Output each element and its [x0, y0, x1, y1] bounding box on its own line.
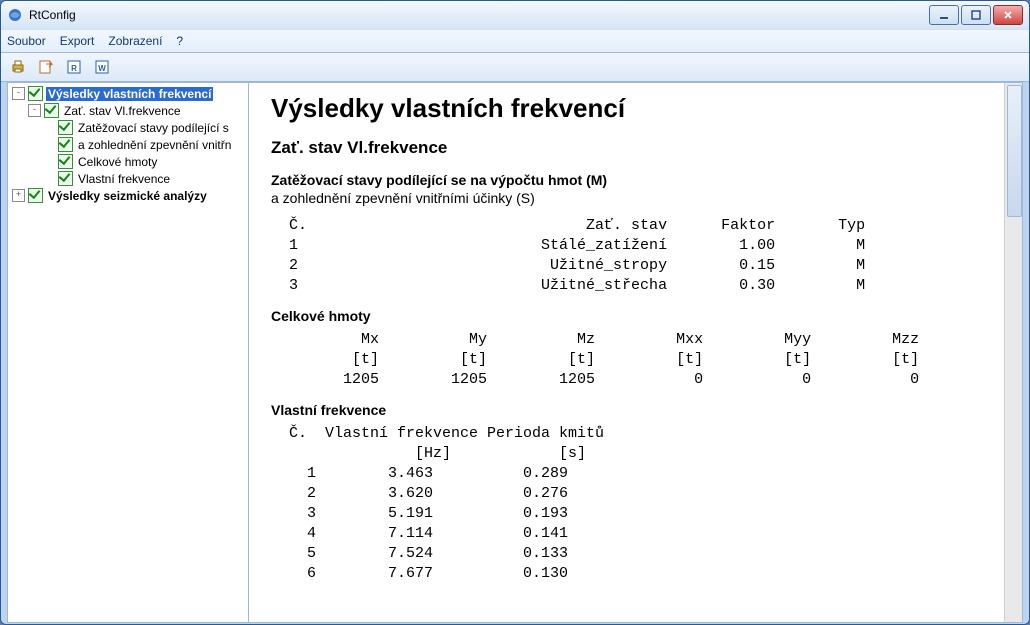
tree-item-label: Zať. stav Vl.frekvence	[62, 104, 183, 118]
titlebar: RtConfig	[1, 1, 1029, 29]
close-button[interactable]	[993, 5, 1023, 25]
app-window: RtConfig Soubor Export Zobrazení ? R	[0, 0, 1030, 625]
menubar: Soubor Export Zobrazení ?	[1, 29, 1029, 53]
mass-table: Mx My Mz Mxx Myy Mzz [t] [t] [t] [t] [t]…	[271, 330, 1000, 390]
tree-panel: -Výsledky vlastních frekvencí-Zať. stav …	[8, 83, 249, 622]
svg-text:W: W	[98, 64, 106, 73]
scrollbar-thumb[interactable]	[1007, 85, 1022, 217]
tree-item[interactable]: a zohlednění zpevnění vnitřn	[8, 136, 248, 153]
toolbar: R W	[1, 53, 1029, 82]
maximize-button[interactable]	[961, 5, 991, 25]
toolbar-export-icon[interactable]	[35, 56, 57, 78]
tree-item-label: Celkové hmoty	[76, 155, 159, 169]
tree-spacer	[44, 139, 55, 150]
tree-item[interactable]: Celkové hmoty	[8, 153, 248, 170]
section-title: Zať. stav Vl.frekvence	[271, 138, 1000, 158]
content-panel: Výsledky vlastních frekvencí Zať. stav V…	[249, 83, 1022, 622]
tree-checkbox[interactable]	[58, 120, 73, 135]
tree-item-label: Výsledky seizmické analýzy	[46, 189, 209, 203]
tree-item[interactable]: - Zať. stav Vl.frekvence	[8, 102, 248, 119]
tree-spacer	[44, 122, 55, 133]
tree-item[interactable]: Zatěžovací stavy podílející s	[8, 119, 248, 136]
tree-checkbox[interactable]	[58, 154, 73, 169]
menu-help[interactable]: ?	[176, 34, 183, 48]
page-title: Výsledky vlastních frekvencí	[271, 93, 1000, 124]
document: Výsledky vlastních frekvencí Zať. stav V…	[249, 83, 1022, 604]
tree-checkbox[interactable]	[44, 103, 59, 118]
toolbar-word-icon[interactable]: W	[91, 56, 113, 78]
tree-spacer	[44, 156, 55, 167]
tree-spacer	[44, 173, 55, 184]
tree-item[interactable]: Vlastní frekvence	[8, 170, 248, 187]
app-icon	[7, 7, 23, 23]
minimize-button[interactable]	[929, 5, 959, 25]
toolbar-print-icon[interactable]	[7, 56, 29, 78]
menu-zobrazeni[interactable]: Zobrazení	[108, 34, 162, 48]
svg-text:R: R	[71, 64, 77, 73]
tree-item[interactable]: + Výsledky seizmické analýzy	[8, 187, 248, 204]
loads-heading: Zatěžovací stavy podílející se na výpočt…	[271, 172, 1000, 188]
expand-icon[interactable]: +	[12, 189, 25, 202]
tree-item-label: Výsledky vlastních frekvencí	[46, 87, 213, 101]
tree-checkbox[interactable]	[58, 171, 73, 186]
freq-heading: Vlastní frekvence	[271, 402, 1000, 418]
freq-table: Č. Vlastní frekvence Perioda kmitů [Hz] …	[271, 424, 1000, 584]
scrollbar[interactable]	[1004, 83, 1022, 622]
tree-item-label: Zatěžovací stavy podílející s	[76, 121, 231, 135]
loads-table: Č. Zať. stav Faktor Typ 1 Stálé_zatížení…	[271, 216, 1000, 296]
tree-checkbox[interactable]	[28, 86, 43, 101]
window-title: RtConfig	[29, 8, 929, 22]
mass-heading: Celkové hmoty	[271, 308, 1000, 324]
tree-checkbox[interactable]	[28, 188, 43, 203]
tree-item-label: Vlastní frekvence	[76, 172, 172, 186]
loads-subheading: a zohlednění zpevnění vnitřními účinky (…	[271, 190, 1000, 206]
menu-export[interactable]: Export	[60, 34, 95, 48]
tree-item[interactable]: - Výsledky vlastních frekvencí	[8, 85, 248, 102]
collapse-icon[interactable]: -	[28, 104, 41, 117]
menu-soubor[interactable]: Soubor	[7, 34, 46, 48]
tree-checkbox[interactable]	[58, 137, 73, 152]
collapse-icon[interactable]: -	[12, 87, 25, 100]
tree-item-label: a zohlednění zpevnění vnitřn	[76, 138, 233, 152]
toolbar-rtf-icon[interactable]: R	[63, 56, 85, 78]
